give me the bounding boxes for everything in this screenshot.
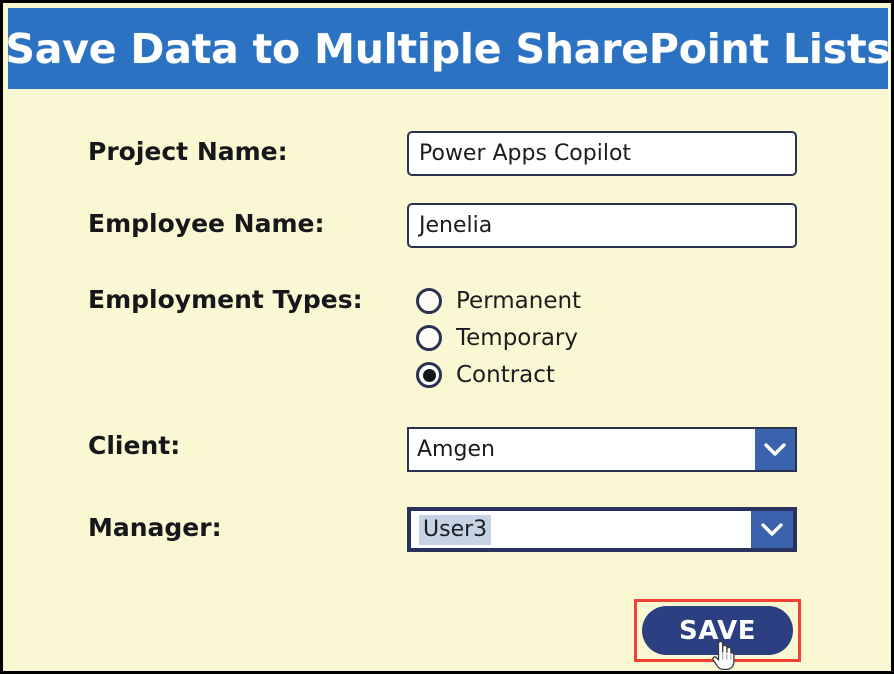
radio-icon-permanent[interactable] bbox=[416, 288, 442, 314]
client-dropdown-value-wrap: Amgen bbox=[409, 429, 755, 470]
employee-name-input[interactable]: Jenelia bbox=[407, 203, 797, 248]
page-title: Save Data to Multiple SharePoint Lists bbox=[5, 24, 891, 73]
label-employment-types: Employment Types: bbox=[88, 285, 363, 314]
manager-dropdown-value-wrap: User3 bbox=[411, 511, 751, 548]
label-manager: Manager: bbox=[88, 513, 222, 542]
manager-dropdown-chevron-down-icon[interactable] bbox=[751, 511, 793, 548]
radio-label-permanent: Permanent bbox=[456, 288, 582, 314]
client-dropdown-chevron-down-icon[interactable] bbox=[755, 429, 795, 470]
radio-option-temporary[interactable]: Temporary bbox=[416, 320, 716, 356]
label-employee-name: Employee Name: bbox=[88, 209, 325, 238]
client-dropdown[interactable]: Amgen bbox=[407, 427, 797, 472]
radio-label-contract: Contract bbox=[456, 362, 555, 388]
client-dropdown-value: Amgen bbox=[417, 437, 495, 462]
app-window: Save Data to Multiple SharePoint Lists P… bbox=[0, 0, 894, 674]
radio-label-temporary: Temporary bbox=[456, 325, 578, 351]
form-body: Project Name: Power Apps Copilot Employe… bbox=[8, 89, 888, 669]
employee-name-value: Jenelia bbox=[419, 213, 493, 238]
employment-types-radio-group: Permanent Temporary Contract bbox=[416, 283, 716, 394]
label-client: Client: bbox=[88, 431, 181, 460]
save-button-label: SAVE bbox=[679, 615, 756, 646]
label-project-name: Project Name: bbox=[88, 137, 288, 166]
radio-option-permanent[interactable]: Permanent bbox=[416, 283, 716, 319]
project-name-value: Power Apps Copilot bbox=[419, 141, 632, 166]
manager-dropdown-value: User3 bbox=[419, 514, 492, 545]
radio-icon-contract-selected[interactable] bbox=[416, 362, 442, 388]
header-bar: Save Data to Multiple SharePoint Lists bbox=[5, 8, 891, 89]
save-button[interactable]: SAVE bbox=[642, 606, 793, 655]
project-name-input[interactable]: Power Apps Copilot bbox=[407, 131, 797, 176]
radio-icon-temporary[interactable] bbox=[416, 325, 442, 351]
radio-option-contract[interactable]: Contract bbox=[416, 357, 716, 393]
manager-dropdown[interactable]: User3 bbox=[407, 507, 797, 552]
